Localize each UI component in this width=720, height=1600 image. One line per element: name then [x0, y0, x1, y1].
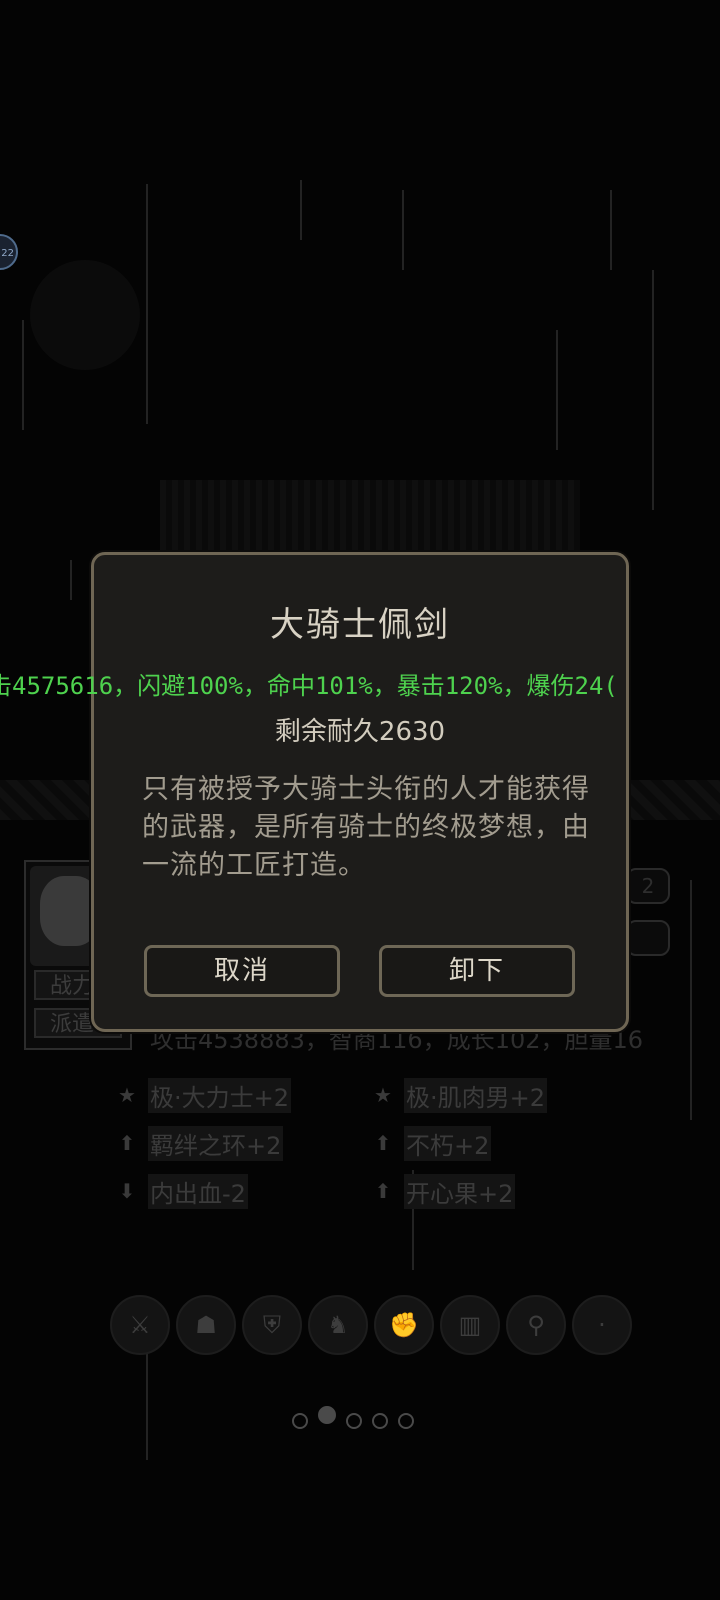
- avatar-badge: 22: [1, 248, 14, 259]
- rain-streak: [690, 880, 692, 1120]
- rain-streak: [146, 1340, 148, 1460]
- empty-slot-icon[interactable]: ·: [572, 1295, 632, 1355]
- background-tree: [30, 260, 140, 370]
- cancel-button[interactable]: 取消: [144, 945, 340, 997]
- trait-item[interactable]: ⬇ 内出血-2: [114, 1173, 248, 1209]
- page-dot[interactable]: [346, 1413, 362, 1429]
- arrow-down-icon: ⬇: [118, 1179, 136, 1203]
- trait-label: 羁绊之环+2: [148, 1125, 284, 1161]
- trait-item[interactable]: ⬆ 开心果+2: [370, 1173, 516, 1209]
- trait-label: 极·大力士+2: [148, 1077, 292, 1113]
- trait-label: 内出血-2: [148, 1173, 248, 1209]
- arrow-up-icon: ⬆: [118, 1131, 136, 1155]
- trait-item[interactable]: ⬆ 不朽+2: [370, 1125, 492, 1161]
- rain-streak: [22, 320, 24, 430]
- trait-label: 开心果+2: [404, 1173, 516, 1209]
- rain-streak: [146, 184, 148, 424]
- trait-item[interactable]: ★ 极·大力士+2: [114, 1077, 292, 1113]
- star-icon: ★: [118, 1083, 136, 1107]
- gauntlet-icon[interactable]: ✊: [374, 1295, 434, 1355]
- rain-streak: [300, 180, 302, 240]
- arrow-up-icon: ⬆: [374, 1179, 392, 1203]
- trait-label: 不朽+2: [404, 1125, 492, 1161]
- amulet-icon[interactable]: ⚲: [506, 1295, 566, 1355]
- arrow-up-icon: ⬆: [374, 1131, 392, 1155]
- helmet-icon[interactable]: ☗: [176, 1295, 236, 1355]
- boots-icon[interactable]: ♞: [308, 1295, 368, 1355]
- leg-armor-icon[interactable]: ▥: [440, 1295, 500, 1355]
- equipment-row: ⚔ ☗ ⛨ ♞ ✊ ▥ ⚲ ·: [110, 1295, 632, 1355]
- item-description: 只有被授予大骑士头衔的人才能获得的武器，是所有骑士的终极梦想，由一流的工匠打造。: [142, 774, 590, 881]
- stat-bar-empty: [626, 920, 670, 956]
- player-avatar[interactable]: 22: [0, 234, 18, 270]
- game-screen: 22 战力 派遣 2 攻击4538883，智商116，成长102，胆量16 ★ …: [0, 0, 720, 1600]
- armor-icon[interactable]: ⛨: [242, 1295, 302, 1355]
- rain-streak: [402, 190, 404, 270]
- rain-streak: [70, 560, 72, 600]
- stat-bar: 2: [626, 868, 670, 904]
- rain-streak: [652, 270, 654, 510]
- page-indicator: [292, 1406, 414, 1430]
- trait-item[interactable]: ⬆ 羁绊之环+2: [114, 1125, 284, 1161]
- rain-streak: [610, 190, 612, 270]
- rain-streak: [556, 330, 558, 450]
- item-detail-dialog: 大骑士佩剑 剩余耐久2630 只有被授予大骑士头衔的人才能获得的武器，是所有骑士…: [91, 552, 629, 1032]
- item-durability: 剩余耐久2630: [274, 717, 446, 747]
- sword-icon[interactable]: ⚔: [110, 1295, 170, 1355]
- page-dot-active[interactable]: [318, 1406, 336, 1424]
- trait-item[interactable]: ★ 极·肌肉男+2: [370, 1077, 548, 1113]
- trait-label: 极·肌肉男+2: [404, 1077, 548, 1113]
- item-name: 大骑士佩剑: [270, 605, 450, 645]
- page-dot[interactable]: [292, 1413, 308, 1429]
- page-dot[interactable]: [398, 1413, 414, 1429]
- unequip-button[interactable]: 卸下: [379, 945, 575, 997]
- page-dot[interactable]: [372, 1413, 388, 1429]
- star-icon: ★: [374, 1083, 392, 1107]
